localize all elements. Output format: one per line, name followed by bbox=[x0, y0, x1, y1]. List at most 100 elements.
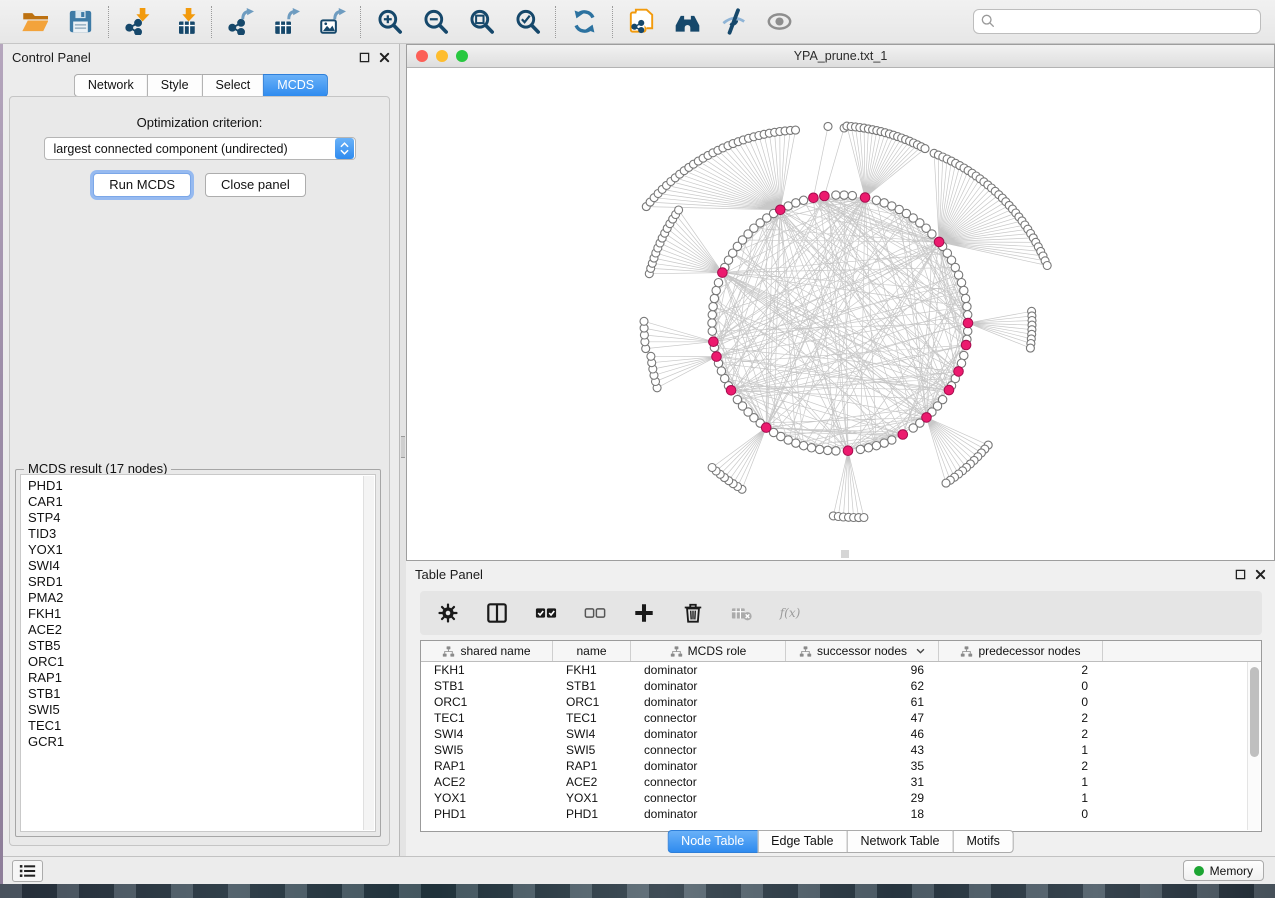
float-panel-icon[interactable] bbox=[358, 51, 370, 63]
table-scrollbar-thumb[interactable] bbox=[1250, 667, 1259, 757]
cell-MCDS-role[interactable]: dominator bbox=[631, 663, 786, 677]
cell-MCDS-role[interactable]: dominator bbox=[631, 807, 786, 821]
cell-MCDS-role[interactable]: connector bbox=[631, 775, 786, 789]
table-row[interactable]: RAP1RAP1dominator352 bbox=[421, 758, 1261, 774]
cell-shared-name[interactable]: ORC1 bbox=[421, 695, 553, 709]
column-header-MCDS-role[interactable]: MCDS role bbox=[631, 641, 786, 661]
cell-predecessor-nodes[interactable]: 1 bbox=[939, 775, 1103, 789]
cell-name[interactable]: RAP1 bbox=[553, 759, 631, 773]
mcds-result-item[interactable]: RAP1 bbox=[28, 670, 375, 686]
tab-style[interactable]: Style bbox=[147, 74, 202, 97]
open-file-icon[interactable] bbox=[18, 7, 50, 37]
clone-network-icon[interactable] bbox=[625, 7, 657, 37]
cell-predecessor-nodes[interactable]: 2 bbox=[939, 759, 1103, 773]
show-details-icon[interactable] bbox=[763, 7, 795, 37]
mcds-list-scrollbar[interactable] bbox=[363, 476, 374, 830]
cell-MCDS-role[interactable]: connector bbox=[631, 711, 786, 725]
cell-MCDS-role[interactable]: connector bbox=[631, 791, 786, 805]
zoom-in-icon[interactable] bbox=[373, 7, 405, 37]
float-table-panel-icon[interactable] bbox=[1234, 568, 1246, 580]
mcds-result-item[interactable]: STB5 bbox=[28, 638, 375, 654]
search-input[interactable] bbox=[973, 9, 1261, 34]
cell-successor-nodes[interactable]: 46 bbox=[786, 727, 939, 741]
memory-button[interactable]: Memory bbox=[1183, 860, 1264, 881]
cell-predecessor-nodes[interactable]: 0 bbox=[939, 679, 1103, 693]
cell-shared-name[interactable]: SWI5 bbox=[421, 743, 553, 757]
cell-predecessor-nodes[interactable]: 2 bbox=[939, 727, 1103, 741]
cell-successor-nodes[interactable]: 96 bbox=[786, 663, 939, 677]
canvas-handle[interactable] bbox=[841, 550, 849, 558]
cell-shared-name[interactable]: PHD1 bbox=[421, 807, 553, 821]
cell-MCDS-role[interactable]: dominator bbox=[631, 679, 786, 693]
cell-successor-nodes[interactable]: 61 bbox=[786, 695, 939, 709]
table-scrollbar[interactable] bbox=[1247, 662, 1260, 830]
cell-name[interactable]: SWI4 bbox=[553, 727, 631, 741]
tab-network-table[interactable]: Network Table bbox=[847, 830, 953, 853]
mcds-result-item[interactable]: FKH1 bbox=[28, 606, 375, 622]
close-table-panel-icon[interactable] bbox=[1254, 568, 1266, 580]
mcds-result-item[interactable]: SRD1 bbox=[28, 574, 375, 590]
cell-successor-nodes[interactable]: 18 bbox=[786, 807, 939, 821]
cell-shared-name[interactable]: FKH1 bbox=[421, 663, 553, 677]
cell-name[interactable]: ACE2 bbox=[553, 775, 631, 789]
cell-successor-nodes[interactable]: 29 bbox=[786, 791, 939, 805]
table-row[interactable]: PHD1PHD1dominator180 bbox=[421, 806, 1261, 822]
zoom-fit-icon[interactable] bbox=[465, 7, 497, 37]
mcds-result-item[interactable]: PMA2 bbox=[28, 590, 375, 606]
column-panel-icon[interactable] bbox=[485, 601, 509, 625]
export-network-icon[interactable] bbox=[224, 7, 256, 37]
deselect-all-icon[interactable] bbox=[583, 601, 607, 625]
run-mcds-button[interactable]: Run MCDS bbox=[93, 173, 191, 197]
table-row[interactable]: SWI4SWI4dominator462 bbox=[421, 726, 1261, 742]
export-table-icon[interactable] bbox=[270, 7, 302, 37]
cell-predecessor-nodes[interactable]: 0 bbox=[939, 807, 1103, 821]
add-icon[interactable] bbox=[632, 601, 656, 625]
network-window-titlebar[interactable]: YPA_prune.txt_1 bbox=[407, 45, 1274, 68]
cell-predecessor-nodes[interactable]: 0 bbox=[939, 695, 1103, 709]
cell-shared-name[interactable]: SWI4 bbox=[421, 727, 553, 741]
cell-MCDS-role[interactable]: dominator bbox=[631, 759, 786, 773]
network-canvas[interactable] bbox=[407, 68, 1274, 560]
cell-shared-name[interactable]: ACE2 bbox=[421, 775, 553, 789]
tab-edge-table[interactable]: Edge Table bbox=[757, 830, 846, 853]
cell-successor-nodes[interactable]: 35 bbox=[786, 759, 939, 773]
column-header-predecessor-nodes[interactable]: predecessor nodes bbox=[939, 641, 1103, 661]
mcds-result-item[interactable]: TEC1 bbox=[28, 718, 375, 734]
import-table-icon[interactable] bbox=[167, 7, 199, 37]
table-row[interactable]: ACE2ACE2connector311 bbox=[421, 774, 1261, 790]
mcds-result-item[interactable]: YOX1 bbox=[28, 542, 375, 558]
cell-name[interactable]: STB1 bbox=[553, 679, 631, 693]
settings-gear-icon[interactable] bbox=[436, 601, 460, 625]
cell-successor-nodes[interactable]: 47 bbox=[786, 711, 939, 725]
cell-MCDS-role[interactable]: connector bbox=[631, 743, 786, 757]
save-session-icon[interactable] bbox=[64, 7, 96, 37]
mcds-result-item[interactable]: SWI5 bbox=[28, 702, 375, 718]
column-header-name[interactable]: name bbox=[553, 641, 631, 661]
table-row[interactable]: TEC1TEC1connector472 bbox=[421, 710, 1261, 726]
cell-name[interactable]: SWI5 bbox=[553, 743, 631, 757]
task-history-button[interactable] bbox=[12, 860, 43, 882]
tab-network[interactable]: Network bbox=[74, 74, 147, 97]
cell-name[interactable]: PHD1 bbox=[553, 807, 631, 821]
mcds-result-item[interactable]: PHD1 bbox=[28, 478, 375, 494]
delete-icon[interactable] bbox=[681, 601, 705, 625]
mcds-result-item[interactable]: ACE2 bbox=[28, 622, 375, 638]
cell-MCDS-role[interactable]: dominator bbox=[631, 695, 786, 709]
mcds-result-item[interactable]: CAR1 bbox=[28, 494, 375, 510]
table-row[interactable]: ORC1ORC1dominator610 bbox=[421, 694, 1261, 710]
cell-name[interactable]: FKH1 bbox=[553, 663, 631, 677]
cell-shared-name[interactable]: TEC1 bbox=[421, 711, 553, 725]
table-row[interactable]: YOX1YOX1connector291 bbox=[421, 790, 1261, 806]
mcds-result-item[interactable]: SWI4 bbox=[28, 558, 375, 574]
close-panel-icon[interactable] bbox=[378, 51, 390, 63]
mcds-result-item[interactable]: TID3 bbox=[28, 526, 375, 542]
cell-successor-nodes[interactable]: 31 bbox=[786, 775, 939, 789]
cell-shared-name[interactable]: YOX1 bbox=[421, 791, 553, 805]
mcds-result-item[interactable]: STP4 bbox=[28, 510, 375, 526]
mcds-result-item[interactable]: GCR1 bbox=[28, 734, 375, 750]
tab-node-table[interactable]: Node Table bbox=[667, 830, 757, 853]
mcds-result-item[interactable]: STB1 bbox=[28, 686, 375, 702]
tab-motifs[interactable]: Motifs bbox=[952, 830, 1013, 853]
column-header-successor-nodes[interactable]: successor nodes bbox=[786, 641, 939, 661]
mcds-result-item[interactable]: ORC1 bbox=[28, 654, 375, 670]
